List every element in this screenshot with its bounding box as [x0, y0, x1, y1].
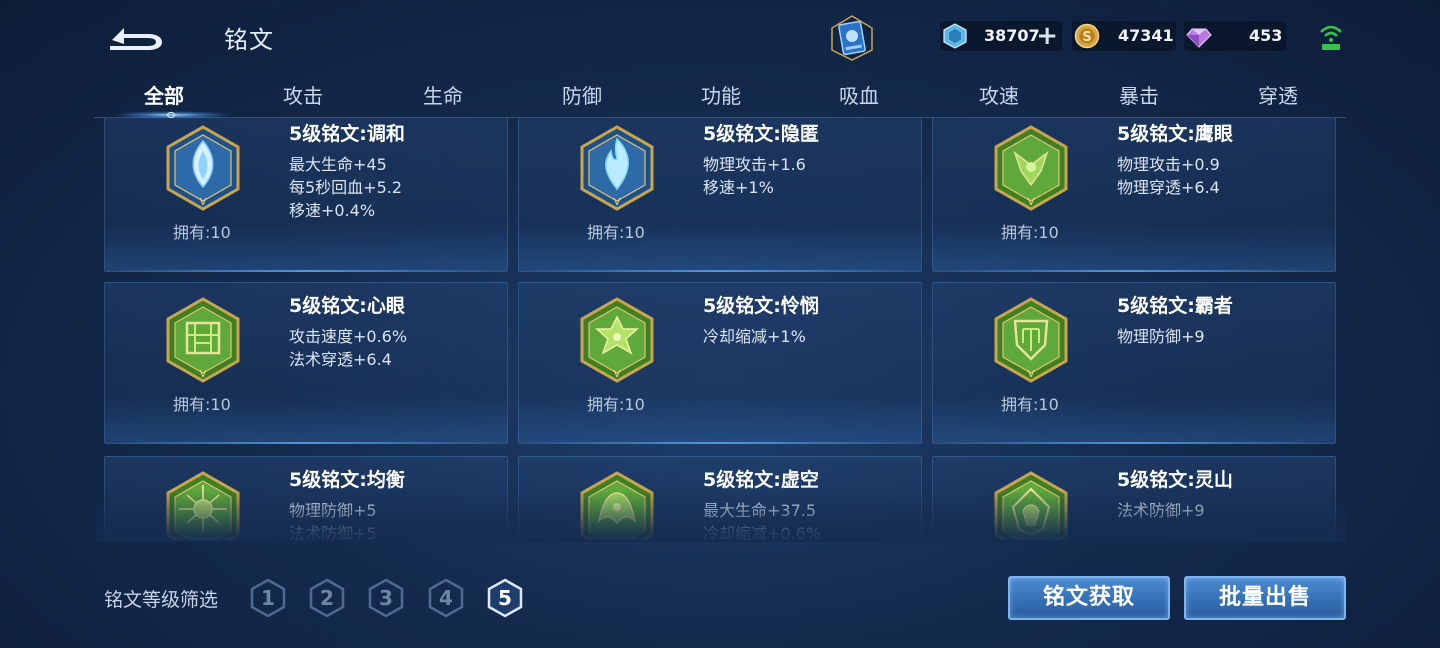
tab-lifesteal[interactable]: 吸血: [799, 80, 919, 109]
crystal-currency: 38707 +: [940, 21, 1062, 51]
tab-attack-speed[interactable]: 攻速: [939, 80, 1059, 109]
tab-penetration[interactable]: 穿透: [1218, 80, 1338, 109]
rune-name: 5级铭文:隐匿: [703, 123, 819, 145]
rune-owned-count: 拥有:10: [1001, 395, 1059, 414]
level-filter-label-2: 2: [320, 586, 334, 610]
rune-name: 5级铭文:心眼: [289, 295, 405, 317]
level-filter-label-5: 5: [498, 586, 512, 610]
rune-stat: 最大生命+45: [289, 155, 387, 174]
rune-stat: 物理防御+5: [289, 501, 377, 520]
rune-card[interactable]: V 5级铭文:隐匿 物理攻击+1.6 移速+1% 拥有:10: [518, 118, 922, 272]
level-filter-5[interactable]: 5: [485, 578, 525, 618]
green-void-rune-icon: [580, 471, 654, 540]
gold-currency: S 47341: [1072, 21, 1176, 51]
level-filter-label-1: 1: [261, 586, 275, 610]
back-arrow-icon[interactable]: [104, 16, 170, 56]
rune-stat: 法术穿透+6.4: [289, 350, 392, 369]
level-filter-3[interactable]: 3: [366, 578, 406, 618]
level-filter-2[interactable]: 2: [307, 578, 347, 618]
rune-stat: 每5秒回血+5.2: [289, 178, 403, 197]
svg-text:V: V: [614, 369, 621, 380]
tab-defense[interactable]: 防御: [522, 80, 642, 109]
rune-card[interactable]: V 5级铭文:霸者 物理防御+9 拥有:10: [932, 282, 1336, 444]
level-filter-label-3: 3: [379, 586, 393, 610]
rune-stat: 移速+0.4%: [289, 201, 376, 220]
rune-stat: 法术防御+5: [289, 524, 377, 540]
blue-flame-rune-icon: V: [580, 125, 654, 211]
rune-card[interactable]: V 5级铭文:心眼 攻击速度+0.6% 法术穿透+6.4 拥有:10: [104, 282, 508, 444]
green-eagle-rune-icon: V: [994, 125, 1068, 211]
add-crystal-button[interactable]: +: [1036, 23, 1058, 49]
diamond-amount: 453: [1249, 26, 1283, 45]
get-runes-button[interactable]: 铭文获取: [1008, 576, 1170, 620]
rune-stat: 冷却缩减+0.6%: [703, 524, 822, 540]
rune-name: 5级铭文:鹰眼: [1117, 123, 1233, 145]
rune-grid: V 5级铭文:调和 最大生命+45 每5秒回血+5.2 移速+0.4% 拥有:1…: [96, 118, 1346, 540]
gold-amount: 47341: [1118, 26, 1174, 45]
rune-name: 5级铭文:虚空: [703, 469, 819, 491]
svg-text:V: V: [200, 369, 207, 380]
svg-text:V: V: [1028, 369, 1035, 380]
rune-stat: 法术防御+9: [1117, 501, 1205, 520]
top-bar: 铭文 38707 + S 47341 453: [0, 0, 1440, 74]
rune-name: 5级铭文:怜悯: [703, 295, 819, 317]
rune-stat: 攻击速度+0.6%: [289, 327, 408, 346]
signal-icon: [1320, 25, 1342, 50]
crystal-amount: 38707: [984, 26, 1040, 45]
rune-stat: 最大生命+37.5: [703, 501, 817, 520]
svg-text:V: V: [614, 197, 621, 208]
green-shield-rune-icon: V: [994, 297, 1068, 383]
rune-stat: 物理防御+9: [1117, 327, 1205, 346]
rune-card[interactable]: V 5级铭文:鹰眼 物理攻击+0.9 物理穿透+6.4 拥有:10: [932, 118, 1336, 272]
green-balance-rune-icon: [166, 471, 240, 540]
blue-flame-rune-icon: V: [166, 125, 240, 211]
rune-card[interactable]: V 5级铭文:调和 最大生命+45 每5秒回血+5.2 移速+0.4% 拥有:1…: [104, 118, 508, 272]
rune-name: 5级铭文:灵山: [1117, 469, 1233, 491]
rune-owned-count: 拥有:10: [587, 223, 645, 242]
tab-attack[interactable]: 攻击: [243, 80, 363, 109]
green-mountain-rune-icon: [994, 471, 1068, 540]
tab-critical[interactable]: 暴击: [1079, 80, 1199, 109]
rune-name: 5级铭文:均衡: [289, 469, 405, 491]
rune-card[interactable]: 5级铭文:均衡 物理防御+5 法术防御+5: [104, 456, 508, 540]
tab-utility[interactable]: 功能: [661, 80, 781, 109]
diamond-icon: [1186, 28, 1212, 48]
rune-card[interactable]: 5级铭文:灵山 法术防御+9: [932, 456, 1336, 540]
gold-coin-icon: S: [1074, 23, 1100, 49]
rune-stat: 物理攻击+1.6: [703, 155, 806, 174]
svg-text:S: S: [1082, 30, 1091, 45]
level-filter-4[interactable]: 4: [426, 578, 466, 618]
rune-owned-count: 拥有:10: [173, 395, 231, 414]
rune-owned-count: 拥有:10: [173, 223, 231, 242]
level-filter-label-4: 4: [439, 586, 453, 610]
level-filter-1[interactable]: 1: [248, 578, 288, 618]
bulk-sell-button[interactable]: 批量出售: [1184, 576, 1346, 620]
rune-book-icon[interactable]: [828, 14, 876, 62]
page-title: 铭文: [224, 26, 274, 54]
green-star-rune-icon: V: [580, 297, 654, 383]
level-filter-label: 铭文等级筛选: [104, 589, 219, 611]
rune-name: 5级铭文:调和: [289, 123, 405, 145]
svg-text:V: V: [1028, 197, 1035, 208]
rune-stat: 冷却缩减+1%: [703, 327, 806, 346]
rune-stat: 移速+1%: [703, 178, 774, 197]
diamond-currency: 453: [1184, 21, 1286, 51]
rune-owned-count: 拥有:10: [587, 395, 645, 414]
category-tabs: 全部 攻击 生命 防御 功能 吸血 攻速 暴击 穿透: [94, 78, 1346, 119]
crystal-icon: [943, 23, 967, 49]
green-mind-eye-rune-icon: V: [166, 297, 240, 383]
tab-all[interactable]: 全部: [104, 80, 224, 109]
rune-stat: 物理穿透+6.4: [1117, 178, 1220, 197]
rune-card[interactable]: V 5级铭文:怜悯 冷却缩减+1% 拥有:10: [518, 282, 922, 444]
rune-name: 5级铭文:霸者: [1117, 295, 1233, 317]
svg-text:V: V: [200, 197, 207, 208]
rune-card[interactable]: 5级铭文:虚空 最大生命+37.5 冷却缩减+0.6%: [518, 456, 922, 540]
rune-stat: 物理攻击+0.9: [1117, 155, 1220, 174]
rune-owned-count: 拥有:10: [1001, 223, 1059, 242]
tab-health[interactable]: 生命: [383, 80, 503, 109]
